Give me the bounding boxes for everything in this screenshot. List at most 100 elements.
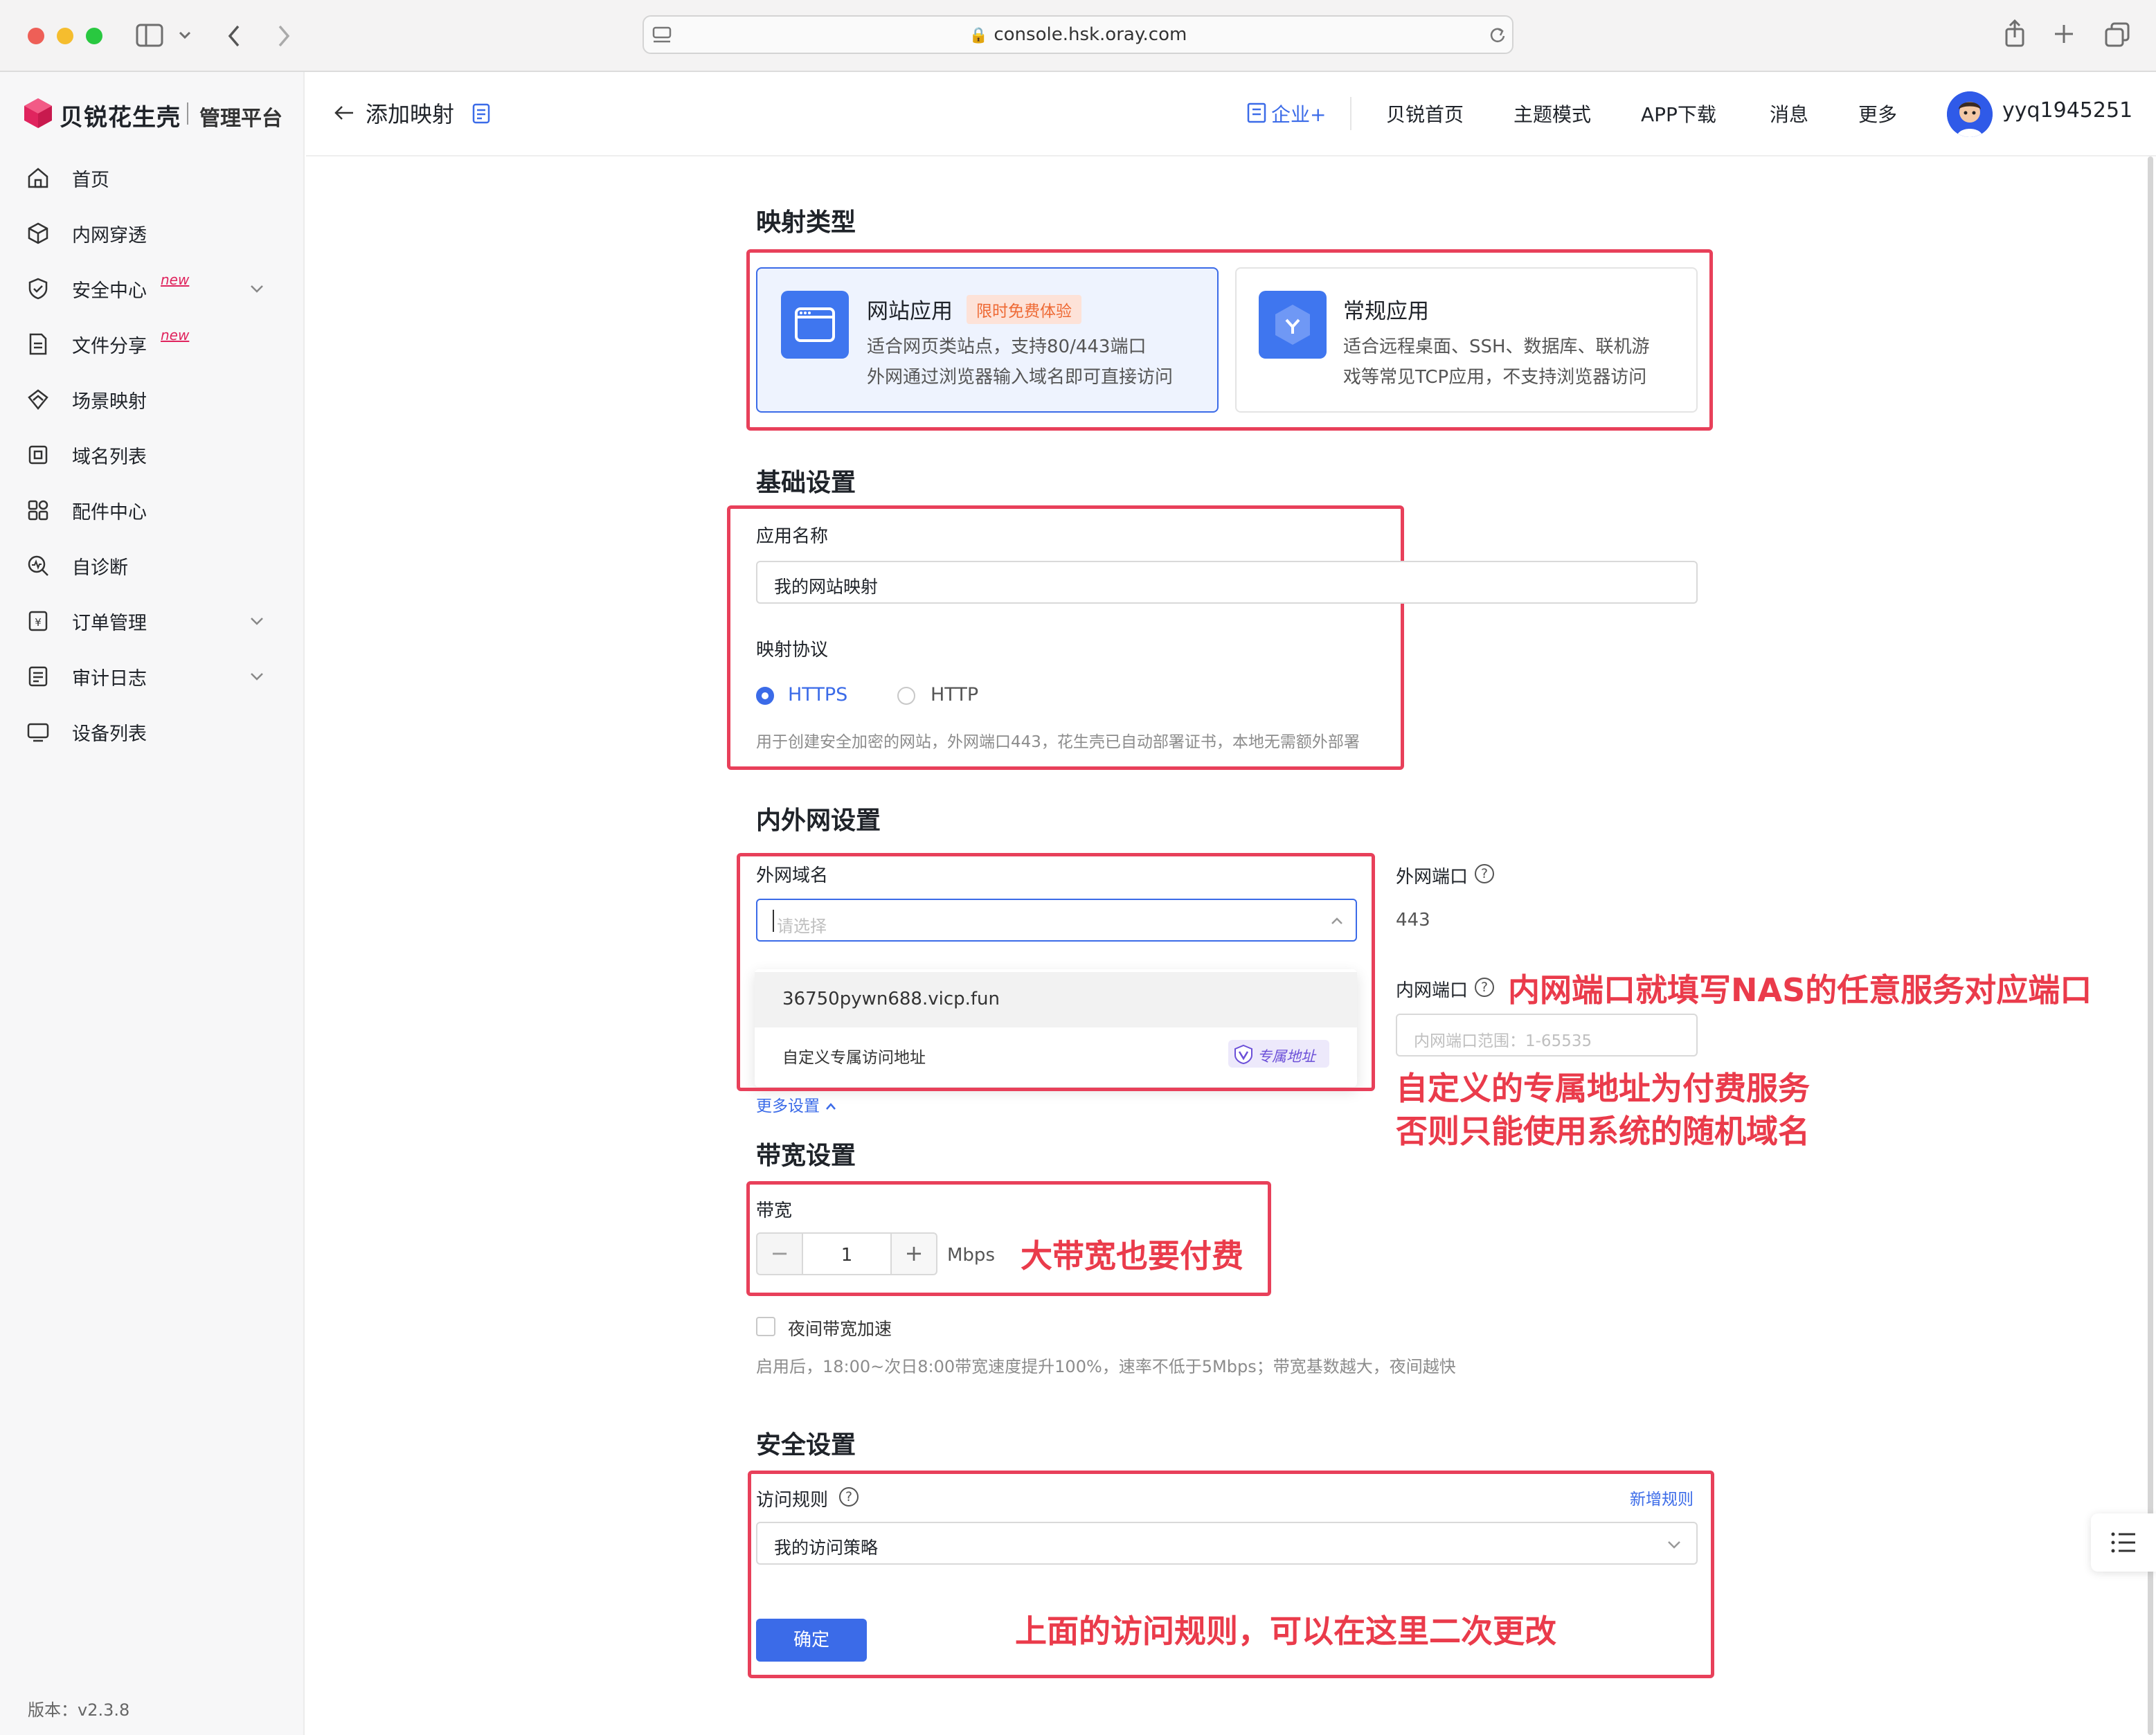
sidebar-item-diagnose[interactable]: 自诊断 xyxy=(0,541,305,590)
annotation-rule: 上面的访问规则，可以在这里二次更改 xyxy=(1015,1612,1556,1650)
ext-port-value: 443 xyxy=(1396,910,1430,931)
web-app-desc-2: 外网通过浏览器输入域名即可直接访问 xyxy=(867,367,1174,388)
web-app-title: 网站应用 xyxy=(867,299,953,324)
username[interactable]: yyq1945251 xyxy=(2002,98,2132,123)
theme-mode-link[interactable]: 主题模式 xyxy=(1513,100,1591,127)
http-radio[interactable] xyxy=(897,687,915,705)
help-icon[interactable]: ? xyxy=(1475,978,1494,997)
free-trial-badge: 限时免费体验 xyxy=(967,295,1081,324)
sidebar-item-scene[interactable]: 场景映射 xyxy=(0,375,305,424)
reload-icon[interactable] xyxy=(1489,26,1507,44)
bandwidth-input[interactable]: 1 xyxy=(802,1232,892,1275)
more-settings-link[interactable]: 更多设置 xyxy=(756,1093,837,1116)
access-rule-select[interactable]: 我的访问策略 xyxy=(756,1522,1698,1565)
chevron-down-icon xyxy=(1668,1541,1680,1549)
page-title: 添加映射 xyxy=(366,101,455,127)
new-tab-icon[interactable] xyxy=(2054,24,2074,44)
forward-nav-icon[interactable] xyxy=(276,24,292,48)
device-icon xyxy=(27,723,49,742)
avatar[interactable] xyxy=(1947,91,1993,137)
general-app-desc-1: 适合远程桌面、SSH、数据库、联机游 xyxy=(1343,336,1650,357)
address-bar[interactable]: 🔒 console.hsk.oray.com xyxy=(643,15,1513,54)
sidebar-item-label: 场景映射 xyxy=(72,391,147,413)
minimize-window-button[interactable] xyxy=(57,28,73,44)
help-icon[interactable]: ? xyxy=(1475,864,1494,883)
bandwidth-value: 1 xyxy=(841,1245,853,1266)
chevron-down-icon[interactable] xyxy=(248,612,266,630)
oray-home-link[interactable]: 贝锐首页 xyxy=(1386,100,1464,127)
add-rule-link[interactable]: 新增规则 xyxy=(1630,1486,1694,1509)
protocol-label: 映射协议 xyxy=(756,640,829,660)
enterprise-link[interactable]: 企业+ xyxy=(1271,100,1326,127)
floating-menu-button[interactable] xyxy=(2091,1513,2156,1572)
web-app-card[interactable]: 网站应用 限时免费体验 适合网页类站点，支持80/443端口 外网通过浏览器输入… xyxy=(756,267,1219,413)
chevron-down-icon[interactable] xyxy=(248,280,266,298)
access-rule-value: 我的访问策略 xyxy=(774,1538,879,1558)
section-title-basic: 基础设置 xyxy=(756,469,856,497)
night-boost-label[interactable]: 夜间带宽加速 xyxy=(788,1315,892,1340)
sidebar-item-file-share[interactable]: 文件分享 new xyxy=(0,320,305,368)
sidebar-item-intranet[interactable]: 内网穿透 xyxy=(0,209,305,258)
sidebar-item-audit-log[interactable]: 审计日志 xyxy=(0,652,305,701)
sidebar-item-label: 安全中心 xyxy=(72,280,147,302)
general-app-card[interactable]: 常规应用 适合远程桌面、SSH、数据库、联机游 戏等常见TCP应用，不支持浏览器… xyxy=(1235,267,1698,413)
brand-subtitle: 管理平台 xyxy=(199,107,282,131)
app-name-label: 应用名称 xyxy=(756,526,829,547)
sidebar-item-label: 订单管理 xyxy=(72,613,147,634)
maximize-window-button[interactable] xyxy=(86,28,102,44)
app-download-link[interactable]: APP下载 xyxy=(1641,100,1716,127)
sidebar-item-security[interactable]: 安全中心 new xyxy=(0,264,305,313)
sidebar-item-label: 域名列表 xyxy=(72,447,147,468)
sidebar-item-home[interactable]: 首页 xyxy=(0,154,305,202)
sidebar-item-orders[interactable]: ¥ 订单管理 xyxy=(0,597,305,645)
web-app-icon xyxy=(781,291,849,359)
bandwidth-increment-button[interactable]: + xyxy=(890,1232,937,1275)
file-share-icon xyxy=(29,333,47,355)
sidebar-item-domains[interactable]: 域名列表 xyxy=(0,431,305,479)
sidebar-item-label: 审计日志 xyxy=(72,668,147,690)
close-window-button[interactable] xyxy=(28,28,44,44)
int-port-placeholder: 内网端口范围：1-65535 xyxy=(1414,1032,1592,1050)
order-icon: ¥ xyxy=(28,611,48,631)
document-icon[interactable] xyxy=(471,102,492,125)
sidebar-item-label: 文件分享 xyxy=(72,336,147,357)
lock-icon: 🔒 xyxy=(969,27,989,44)
share-icon[interactable] xyxy=(2004,19,2026,48)
http-label[interactable]: HTTP xyxy=(931,684,978,705)
chevron-down-icon[interactable] xyxy=(248,667,266,685)
night-boost-checkbox[interactable] xyxy=(756,1317,775,1336)
user-avatar-icon xyxy=(1947,91,1993,137)
domain-icon xyxy=(28,445,48,465)
messages-link[interactable]: 消息 xyxy=(1770,100,1808,127)
shield-icon xyxy=(28,278,48,300)
int-port-input[interactable]: 内网端口范围：1-65535 xyxy=(1396,1014,1698,1057)
chevron-down-icon[interactable] xyxy=(179,30,191,40)
confirm-button[interactable]: 确定 xyxy=(756,1619,867,1662)
tab-overview-icon[interactable] xyxy=(2105,22,2130,47)
scrollbar[interactable] xyxy=(2148,156,2153,1735)
bandwidth-label: 带宽 xyxy=(756,1201,793,1221)
bandwidth-decrement-button[interactable]: − xyxy=(756,1232,803,1275)
section-title-bandwidth: 带宽设置 xyxy=(756,1142,856,1170)
app-name-input[interactable]: 我的网站映射 xyxy=(756,561,1698,604)
sidebar: 贝锐花生壳 管理平台 首页 内网穿透 安全中心 new 文件分享 new 场景映… xyxy=(0,72,305,1735)
app-name-value: 我的网站映射 xyxy=(774,577,879,597)
scene-icon xyxy=(28,389,48,410)
new-badge: new xyxy=(161,327,190,343)
general-app-icon xyxy=(1259,291,1327,359)
general-app-title: 常规应用 xyxy=(1343,299,1429,324)
back-arrow-icon[interactable] xyxy=(332,101,356,125)
new-badge: new xyxy=(161,271,190,288)
more-link[interactable]: 更多 xyxy=(1858,100,1897,127)
sidebar-item-label: 设备列表 xyxy=(72,723,147,745)
back-nav-icon[interactable] xyxy=(226,24,242,48)
https-radio[interactable] xyxy=(756,687,774,705)
sidebar-item-devices[interactable]: 设备列表 xyxy=(0,708,305,756)
section-title-security: 安全设置 xyxy=(756,1431,856,1459)
accessory-icon xyxy=(28,500,48,521)
sidebar-toggle-icon[interactable] xyxy=(136,24,163,47)
help-icon[interactable]: ? xyxy=(839,1487,859,1507)
sidebar-item-accessories[interactable]: 配件中心 xyxy=(0,486,305,534)
https-label[interactable]: HTTPS xyxy=(788,684,847,705)
page-header: 添加映射 企业+ 贝锐首页 主题模式 APP下载 消息 更多 yyq194525… xyxy=(306,72,2156,156)
